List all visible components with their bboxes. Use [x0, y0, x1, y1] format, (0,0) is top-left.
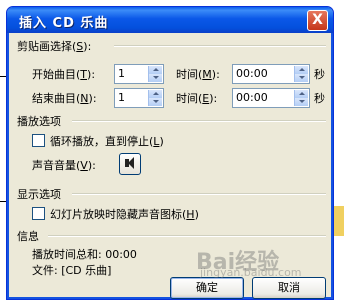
spin-down-icon[interactable]	[294, 74, 308, 82]
info-group-label: 信息	[17, 230, 39, 243]
total-time-text: 播放时间总和: 00:00	[32, 248, 137, 261]
loop-label[interactable]: 循环播放，直到停止(L)	[50, 133, 164, 149]
group-divider	[114, 45, 326, 47]
spin-down-icon[interactable]	[294, 98, 308, 106]
ok-button[interactable]: 确定	[170, 277, 244, 299]
end-time-value: 00:00	[236, 91, 268, 104]
spin-up-icon[interactable]	[294, 66, 308, 74]
start-track-value: 1	[118, 67, 125, 80]
end-track-label: 结束曲目(N):	[32, 92, 97, 105]
hide-icon-label[interactable]: 幻灯片放映时隐藏声音图标(H)	[50, 206, 199, 222]
start-time-spinner[interactable]: 00:00	[232, 64, 310, 84]
close-icon: X	[312, 12, 323, 28]
hide-icon-checkbox[interactable]	[32, 207, 45, 220]
volume-button[interactable]	[119, 153, 141, 175]
start-time-value: 00:00	[236, 67, 268, 80]
dialog-title: 插入 CD 乐曲	[19, 16, 109, 31]
group-divider	[48, 235, 326, 237]
cancel-button[interactable]: 取消	[252, 277, 326, 299]
file-text: 文件: [CD 乐曲]	[32, 264, 112, 277]
loop-checkbox[interactable]	[32, 134, 45, 147]
spin-down-icon[interactable]	[148, 98, 162, 106]
volume-label: 声音音量(V):	[32, 159, 96, 172]
insert-cd-dialog: 插入 CD 乐曲 X 剪贴画选择(S): 开始曲目(T): 1 时间(M): 0…	[6, 6, 334, 300]
end-time-spinner[interactable]: 00:00	[232, 88, 310, 108]
spin-up-icon[interactable]	[148, 66, 162, 74]
title-bar[interactable]: 插入 CD 乐曲 X	[7, 7, 333, 33]
group-divider	[72, 193, 326, 195]
display-group-label: 显示选项	[17, 188, 61, 201]
start-track-label: 开始曲目(T):	[32, 68, 96, 81]
playback-group-label: 播放选项	[17, 115, 61, 128]
spin-up-icon[interactable]	[148, 90, 162, 98]
start-time-label: 时间(M):	[176, 68, 220, 81]
end-track-spinner[interactable]: 1	[114, 88, 164, 108]
end-track-value: 1	[118, 91, 125, 104]
document-highlight	[334, 206, 344, 236]
end-time-label: 时间(E):	[176, 92, 218, 105]
seconds-unit: 秒	[314, 68, 325, 81]
clip-group-label: 剪贴画选择(S):	[17, 40, 92, 53]
close-button[interactable]: X	[307, 10, 328, 31]
dialog-content: 剪贴画选择(S): 开始曲目(T): 1 时间(M): 00:00 秒 结束曲目…	[10, 33, 330, 299]
seconds-unit: 秒	[314, 92, 325, 105]
spin-up-icon[interactable]	[294, 90, 308, 98]
start-track-spinner[interactable]: 1	[114, 64, 164, 84]
spin-down-icon[interactable]	[148, 74, 162, 82]
group-divider	[72, 120, 326, 122]
watermark-url: jingyan.baidu.com	[200, 266, 302, 279]
